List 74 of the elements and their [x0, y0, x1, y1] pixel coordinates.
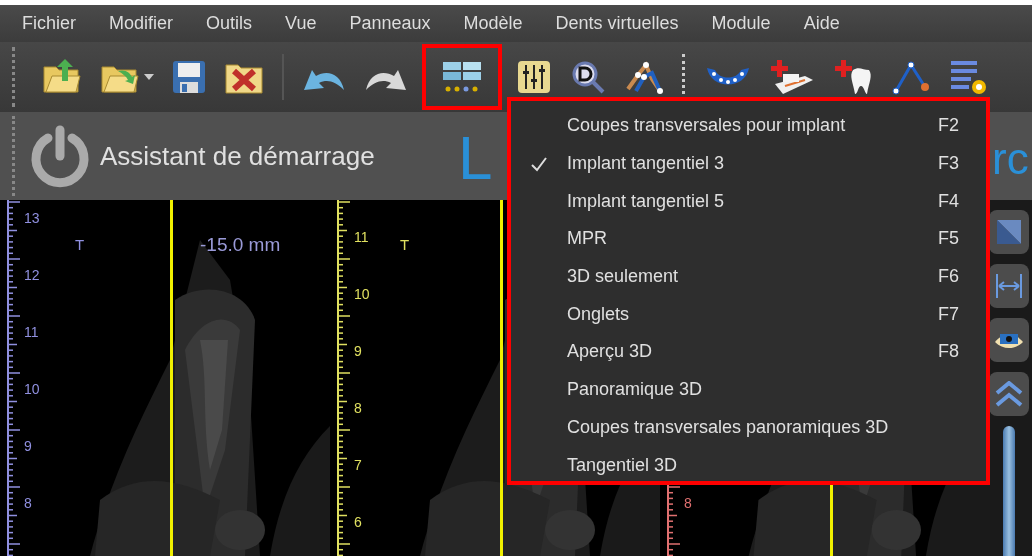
- ruler-label: 6: [354, 514, 362, 530]
- menu-item[interactable]: Dents virtuelles: [543, 13, 700, 34]
- double-chevron-icon[interactable]: [993, 381, 1024, 407]
- width-arrow-icon[interactable]: [994, 272, 1023, 300]
- menu-item[interactable]: Fichier: [10, 13, 97, 34]
- shortcut-label: F2: [938, 115, 960, 137]
- node-chain-icon[interactable]: [624, 59, 664, 95]
- option-label: Panoramique 3D: [567, 379, 704, 401]
- ruler-label: 10: [354, 286, 370, 302]
- shortcut-label: F4: [938, 190, 960, 212]
- menu-option[interactable]: MPR F5: [511, 220, 986, 258]
- option-label: Coupes transversales panoramiques 3D: [567, 416, 890, 438]
- search-icon[interactable]: [570, 59, 606, 95]
- wizard-title[interactable]: Assistant de démarrage: [100, 140, 375, 172]
- ruler-label: 8: [24, 495, 32, 511]
- menu-option[interactable]: Tangentiel 3D: [511, 446, 986, 484]
- option-label: Aperçu 3D: [567, 341, 654, 363]
- marker-label: T: [75, 236, 85, 253]
- save-icon[interactable]: [172, 59, 206, 95]
- ruler-label: 8: [684, 495, 692, 511]
- option-label: Onglets: [567, 303, 631, 325]
- eye-button[interactable]: [988, 318, 1029, 362]
- ruler-label: 10: [24, 381, 40, 397]
- ruler-label: 8: [354, 400, 362, 416]
- slider-track[interactable]: [1002, 426, 1015, 556]
- ruler-label: 9: [24, 438, 32, 454]
- caret-icon[interactable]: [144, 74, 154, 80]
- menu-item[interactable]: Outils: [194, 13, 274, 34]
- menu-option[interactable]: 3D seulement F6: [511, 257, 986, 296]
- add-tooth-icon[interactable]: [833, 58, 873, 96]
- shortcut-label: F3: [938, 153, 960, 175]
- ruler-label: 11: [354, 229, 369, 245]
- folder-upload-icon[interactable]: [42, 59, 82, 95]
- option-label: Tangentiel 3D: [567, 454, 679, 476]
- measure-button[interactable]: [988, 264, 1029, 308]
- ruler-label: 11: [24, 324, 39, 340]
- sliders-icon[interactable]: [516, 59, 552, 95]
- ruler-label: 7: [354, 457, 362, 473]
- menu-option[interactable]: Implant tangentiel 3 F3: [511, 144, 986, 183]
- ruler-label: 12: [24, 267, 40, 283]
- menu-item[interactable]: Module: [699, 13, 792, 34]
- menu-option[interactable]: Coupes transversales pour implant F2: [511, 107, 986, 145]
- title-text: L: [458, 122, 493, 193]
- collapse-button[interactable]: [988, 372, 1029, 416]
- menu-option[interactable]: Panoramique 3D: [511, 370, 986, 409]
- menu-item[interactable]: Panneaux: [337, 13, 452, 34]
- option-label: Coupes transversales pour implant: [567, 115, 847, 137]
- option-label: Implant tangentiel 3: [567, 153, 726, 175]
- layout-icon[interactable]: [440, 60, 484, 94]
- menu-item[interactable]: Vue: [273, 13, 338, 34]
- menu-option[interactable]: Coupes transversales panoramiques 3D: [511, 408, 986, 447]
- option-label: 3D seulement: [567, 266, 680, 288]
- title-text: rc: [992, 134, 1029, 184]
- menu-item[interactable]: Modèle: [451, 13, 544, 34]
- layout-button[interactable]: [422, 44, 502, 110]
- option-label: MPR: [567, 228, 608, 250]
- shortcut-label: F8: [938, 341, 960, 363]
- shortcut-label: F7: [938, 303, 960, 325]
- curve-points-icon[interactable]: [891, 59, 931, 95]
- marker-label: T: [400, 236, 410, 253]
- menu-option[interactable]: Aperçu 3D F8: [511, 333, 986, 371]
- ruler-label: 9: [354, 343, 362, 359]
- ruler-label: 13: [24, 210, 40, 226]
- menu-item[interactable]: Aide: [791, 13, 861, 34]
- triangle-icon[interactable]: [994, 218, 1023, 246]
- menu-option[interactable]: Onglets F7: [511, 295, 986, 334]
- measurement-label: -15.0 mm: [200, 234, 281, 256]
- shortcut-label: F5: [938, 228, 960, 250]
- add-implant-icon[interactable]: [769, 58, 815, 96]
- option-label: Implant tangentiel 5: [567, 190, 726, 212]
- menu-item[interactable]: Modifier: [97, 13, 195, 34]
- view-corner-button[interactable]: [988, 210, 1029, 254]
- shortcut-label: F6: [938, 266, 960, 288]
- menu-option[interactable]: Implant tangentiel 5 F4: [511, 182, 986, 221]
